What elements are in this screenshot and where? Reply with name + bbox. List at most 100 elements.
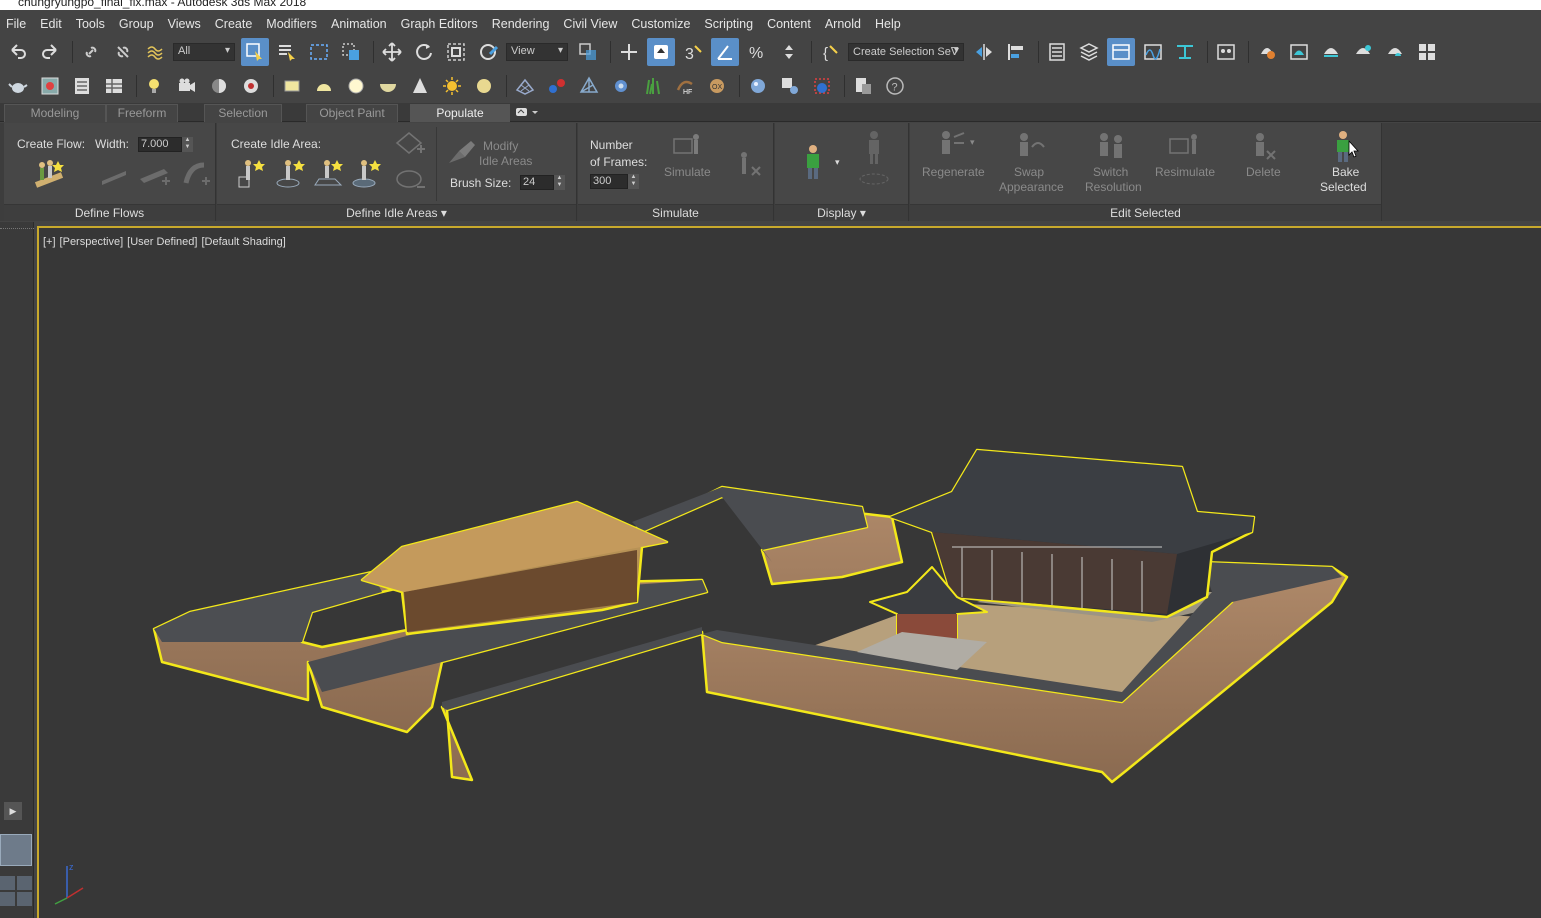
- scene-explorer-button[interactable]: [1043, 38, 1071, 66]
- curve-editor-button[interactable]: [1139, 38, 1167, 66]
- help-button[interactable]: ?: [881, 72, 909, 100]
- render-shortcut-button[interactable]: [36, 72, 64, 100]
- pivot-center-button[interactable]: [574, 38, 602, 66]
- selection-filter-dropdown[interactable]: All: [173, 43, 235, 61]
- flow-segment-icon[interactable]: [100, 163, 128, 187]
- spinner-arrows[interactable]: ▲ ▼: [182, 137, 193, 152]
- render-production-button[interactable]: [1317, 38, 1345, 66]
- wireframe-button[interactable]: [575, 72, 603, 100]
- cloth-button[interactable]: OX: [703, 72, 731, 100]
- cameras-button[interactable]: [173, 72, 201, 100]
- width-spinner[interactable]: 7.000 ▲ ▼: [138, 137, 193, 152]
- material-editor-button[interactable]: [1212, 38, 1240, 66]
- list-panel-button[interactable]: [68, 72, 96, 100]
- menu-modifiers[interactable]: Modifiers: [259, 17, 324, 31]
- percent-snap-button[interactable]: %: [743, 38, 771, 66]
- plane-primitive-button[interactable]: [278, 72, 306, 100]
- menu-graph-editors[interactable]: Graph Editors: [394, 17, 485, 31]
- menu-create[interactable]: Create: [208, 17, 260, 31]
- window-crossing-button[interactable]: [337, 38, 365, 66]
- rectangular-selection-button[interactable]: [305, 38, 333, 66]
- render-in-cloud-button[interactable]: [1381, 38, 1409, 66]
- simulate-icon[interactable]: [672, 131, 704, 161]
- keyboard-shortcut-override-button[interactable]: [647, 38, 675, 66]
- teapot-button[interactable]: [4, 72, 32, 100]
- simulate-clear-icon[interactable]: [732, 149, 764, 179]
- table-panel-button[interactable]: [100, 72, 128, 100]
- edit-named-selection-button[interactable]: {: [816, 38, 844, 66]
- render-region-button[interactable]: [808, 72, 836, 100]
- flow-curve-icon[interactable]: [180, 161, 212, 189]
- menu-rendering[interactable]: Rendering: [485, 17, 557, 31]
- redo-button[interactable]: [36, 38, 64, 66]
- schematic-view-button[interactable]: [1171, 38, 1199, 66]
- switch-resolution-label-1[interactable]: Switch: [1093, 165, 1128, 179]
- menu-group[interactable]: Group: [112, 17, 161, 31]
- idle-area-rect-icon[interactable]: [237, 157, 269, 189]
- tab-populate[interactable]: Populate: [410, 104, 510, 122]
- idle-area-free-icon[interactable]: [313, 157, 345, 189]
- snaps-toggle-button[interactable]: 3: [679, 38, 707, 66]
- modify-idle-areas-label-2[interactable]: Idle Areas: [479, 154, 532, 168]
- sun-light-button[interactable]: [438, 72, 466, 100]
- regenerate-dropdown-arrow[interactable]: ▾: [970, 137, 975, 148]
- display-people-icon[interactable]: [799, 143, 827, 181]
- unlink-button[interactable]: [109, 38, 137, 66]
- brush-size-spinner[interactable]: 24 ▲ ▼: [520, 175, 565, 190]
- delete-label[interactable]: Delete: [1246, 165, 1281, 179]
- a360-gallery-button[interactable]: [1413, 38, 1441, 66]
- create-flow-icon[interactable]: [32, 157, 68, 189]
- layer-explorer-button[interactable]: [1075, 38, 1103, 66]
- viewport-layout-thumbnail[interactable]: [0, 834, 32, 866]
- tab-freeform[interactable]: Freeform: [106, 104, 178, 122]
- switch-resolution-label-2[interactable]: Resolution: [1085, 180, 1142, 194]
- mirror-button[interactable]: [970, 38, 998, 66]
- display-dropdown-arrow[interactable]: ▾: [835, 157, 840, 168]
- bake-selected-label-2[interactable]: Selected: [1320, 180, 1367, 194]
- menu-customize[interactable]: Customize: [624, 17, 697, 31]
- undo-button[interactable]: [4, 38, 32, 66]
- delete-icon[interactable]: [1248, 131, 1278, 165]
- idle-area-circle-icon[interactable]: [275, 157, 307, 189]
- resimulate-label[interactable]: Resimulate: [1155, 165, 1215, 179]
- rendered-frame-window-button[interactable]: [1285, 38, 1313, 66]
- resimulate-icon[interactable]: [1168, 131, 1204, 165]
- select-manipulate-button[interactable]: [615, 38, 643, 66]
- asset-tracking-button[interactable]: [849, 72, 877, 100]
- spinner-snap-button[interactable]: [775, 38, 803, 66]
- modify-idle-areas-label-1[interactable]: Modify: [483, 139, 518, 153]
- film-render-button[interactable]: [237, 72, 265, 100]
- tab-modeling[interactable]: Modeling: [4, 104, 106, 122]
- render-setup-button[interactable]: [1253, 38, 1281, 66]
- bake-selected-icon[interactable]: [1330, 129, 1360, 165]
- tab-object-paint[interactable]: Object Paint: [306, 104, 398, 122]
- gear-sphere-button[interactable]: [607, 72, 635, 100]
- menu-file[interactable]: File: [0, 17, 33, 31]
- menu-scripting[interactable]: Scripting: [697, 17, 760, 31]
- bake-selected-label-1[interactable]: Bake: [1332, 165, 1359, 179]
- rotate-button[interactable]: [410, 38, 438, 66]
- tab-selection[interactable]: Selection: [204, 104, 282, 122]
- hair-fur-button[interactable]: HF: [671, 72, 699, 100]
- sphere-primitive-button[interactable]: [342, 72, 370, 100]
- switch-resolution-icon[interactable]: [1094, 131, 1130, 165]
- bind-spacewarp-button[interactable]: [141, 38, 169, 66]
- cone-primitive-button[interactable]: [406, 72, 434, 100]
- display-hidden-icon[interactable]: [857, 129, 891, 187]
- menu-help[interactable]: Help: [868, 17, 908, 31]
- modify-idle-areas-icon[interactable]: [447, 139, 477, 167]
- regenerate-label[interactable]: Regenerate: [922, 165, 985, 179]
- simulate-label[interactable]: Simulate: [664, 165, 711, 179]
- scene-converter-button[interactable]: [776, 72, 804, 100]
- display-footer[interactable]: Display ▾: [775, 204, 908, 221]
- select-object-button[interactable]: [241, 38, 269, 66]
- lightbulb-button[interactable]: [141, 72, 169, 100]
- expand-panel-button[interactable]: ▶: [4, 802, 22, 820]
- sky-light-button[interactable]: [470, 72, 498, 100]
- swap-appearance-icon[interactable]: [1012, 131, 1048, 165]
- menu-arnold[interactable]: Arnold: [818, 17, 868, 31]
- perspective-viewport[interactable]: [+] [Perspective] [User Defined] [Default S…: [37, 226, 1541, 918]
- swap-appearance-label-2[interactable]: Appearance: [999, 180, 1064, 194]
- flow-add-icon[interactable]: [138, 163, 172, 189]
- render-active-shade-button[interactable]: [1349, 38, 1377, 66]
